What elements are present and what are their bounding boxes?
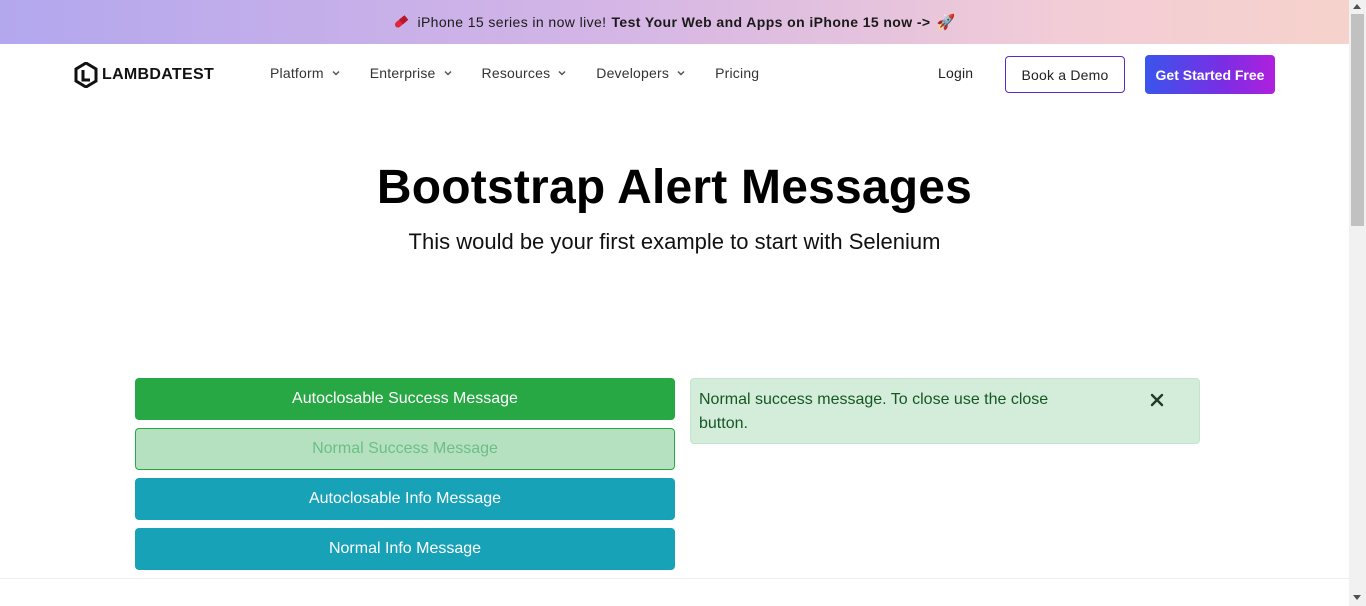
page: iPhone 15 series in now live! Test Your … (0, 0, 1366, 606)
chevron-down-icon (558, 70, 566, 76)
page-title: Bootstrap Alert Messages (376, 161, 973, 214)
nav-item-label: Resources (481, 65, 551, 81)
logo-text: LAMBDATEST (102, 66, 215, 83)
alert-text: Normal success message. To close use the… (699, 391, 1049, 432)
pill-icon (395, 15, 409, 28)
book-demo-button[interactable]: Book a Demo (1005, 56, 1125, 93)
chevron-down-icon (332, 70, 340, 76)
nav-item-label: Pricing (715, 65, 760, 81)
scroll-up-arrow-icon[interactable] (1353, 4, 1361, 9)
nav-item-developers[interactable]: Developers (596, 65, 686, 81)
scrollbar-thumb[interactable] (1351, 14, 1364, 226)
main-nav: Platform Enterprise Resources Developers… (270, 65, 788, 81)
nav-item-pricing[interactable]: Pricing (715, 65, 759, 81)
chevron-down-icon (677, 70, 685, 76)
scroll-down-arrow-icon[interactable] (1353, 595, 1361, 600)
nav-item-label: Enterprise (369, 65, 436, 81)
vertical-scrollbar[interactable] (1349, 0, 1366, 606)
autoclosable-info-button[interactable]: Autoclosable Info Message (135, 478, 675, 520)
success-alert: Normal success message. To close use the… (690, 378, 1200, 444)
lambdatest-logo-icon (74, 62, 98, 88)
close-icon[interactable] (1149, 392, 1165, 408)
nav-item-platform[interactable]: Platform (270, 65, 341, 81)
autoclosable-success-button[interactable]: Autoclosable Success Message (135, 378, 675, 420)
page-subtitle: This would be your first example to star… (408, 229, 941, 254)
normal-success-button[interactable]: Normal Success Message (135, 428, 675, 470)
site-header: LAMBDATEST Platform Enterprise Resources… (0, 44, 1349, 106)
rocket-icon: 🚀 (936, 14, 956, 31)
announcement-cta[interactable]: Test Your Web and Apps on iPhone 15 now … (611, 14, 930, 30)
announcement-bar[interactable]: iPhone 15 series in now live! Test Your … (0, 0, 1349, 44)
chevron-down-icon (444, 70, 452, 76)
nav-item-resources[interactable]: Resources (482, 65, 568, 81)
nav-item-label: Developers (596, 65, 670, 81)
next-section-edge (0, 578, 1349, 606)
nav-item-enterprise[interactable]: Enterprise (370, 65, 453, 81)
announcement-lead: iPhone 15 series in now live! (417, 14, 607, 30)
normal-info-button[interactable]: Normal Info Message (135, 528, 675, 570)
login-link[interactable]: Login (938, 65, 973, 81)
get-started-button[interactable]: Get Started Free (1145, 55, 1275, 94)
logo[interactable]: LAMBDATEST (74, 62, 214, 88)
nav-item-label: Platform (270, 65, 324, 81)
